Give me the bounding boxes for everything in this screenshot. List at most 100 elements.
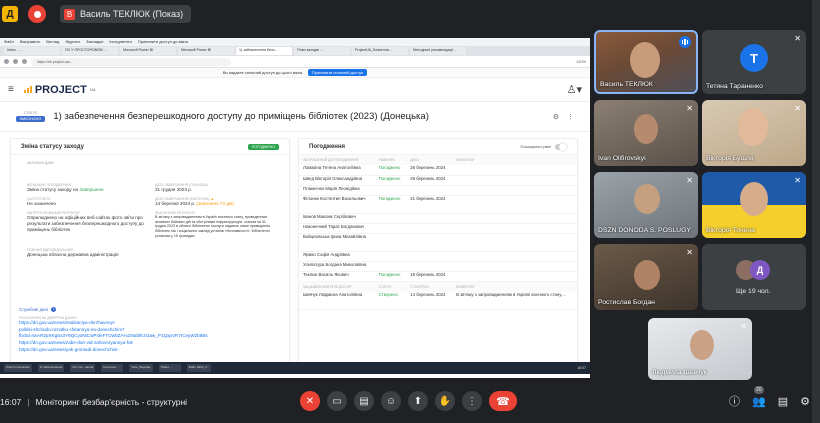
leave-call-icon[interactable]: ☎ bbox=[489, 391, 517, 411]
browser-tab[interactable]: Microsoft Power BI bbox=[120, 47, 176, 55]
table-row[interactable]: Швед Вікторія Олександрівна Погоджено 25 б… bbox=[299, 175, 577, 186]
participant-video bbox=[738, 108, 768, 146]
status-value: ВИКОНАНО bbox=[16, 116, 46, 122]
raise-hand-icon[interactable]: ✋ bbox=[435, 391, 455, 411]
brand-bars-icon bbox=[23, 86, 32, 93]
menu-item[interactable]: Інструменти bbox=[109, 39, 132, 45]
activities-icon[interactable]: ⚙ bbox=[800, 395, 810, 408]
meeting-info: 16:07 | Моніторинг безбар'єрність - стру… bbox=[0, 397, 187, 407]
toggle-switch-icon[interactable] bbox=[555, 142, 567, 151]
show-levels-toggle[interactable]: Показувати рівні bbox=[520, 142, 567, 151]
table-header-row: ЗАПРОШЕНИЙ ДО ПОГОДЖЕННЯ РІШЕННЯ ДАТА КО… bbox=[299, 155, 577, 165]
reload-icon[interactable] bbox=[22, 59, 27, 64]
others-tile[interactable]: Д Ще 19 чол. bbox=[702, 244, 806, 310]
column-header: ЗАПРОШЕНИЙ ДО ПОГОДЖЕННЯ bbox=[299, 155, 375, 165]
card-title: Зміна статусу заходу bbox=[21, 143, 84, 150]
participant-tile[interactable]: ✕ Вікторія Бушля bbox=[702, 100, 806, 166]
brand-logo[interactable]: PROJECT UA bbox=[23, 84, 96, 96]
browser-tab[interactable]: Методичні рекомендації ... bbox=[410, 47, 466, 55]
present-screen-icon[interactable]: ⬆ bbox=[408, 391, 428, 411]
more-options-icon[interactable]: ⋮ bbox=[462, 391, 482, 411]
meeting-details-icon[interactable]: ⓘ bbox=[729, 393, 740, 409]
more-vertical-icon[interactable]: ⋮ bbox=[567, 113, 574, 121]
participant-name: Ivan Olifirovskyi bbox=[598, 155, 646, 162]
menu-item[interactable]: Вигляд bbox=[46, 39, 59, 45]
participant-video bbox=[634, 260, 660, 290]
info-icon[interactable]: i bbox=[50, 307, 56, 312]
source-link[interactable]: https://dn.gov.ua/news/zabe-dan-vid-zaho… bbox=[19, 340, 283, 347]
menu-item[interactable]: Выправить bbox=[20, 39, 40, 45]
field-actual-end: ДАТА ЗАВЕРШЕННЯ (ФАКТИЧНА) ▲ 14 березня … bbox=[155, 197, 273, 207]
participant-tile[interactable]: T ✕ Тетяна Тараненко bbox=[702, 30, 806, 94]
table-row[interactable]: Ярмко Софія Андріївна bbox=[299, 251, 577, 262]
participant-video bbox=[634, 184, 660, 214]
mic-muted-icon: ✕ bbox=[794, 34, 801, 43]
people-icon[interactable]: 👥 20 bbox=[752, 385, 766, 408]
participant-tile[interactable]: ✕ Ростислав Богдан bbox=[594, 244, 698, 310]
menu-item[interactable]: Припинити доступ до вікна bbox=[138, 39, 188, 45]
table-row[interactable]: Хлипатура Богдана Миколаївна bbox=[299, 261, 577, 272]
captions-icon[interactable]: ▤ bbox=[354, 391, 374, 411]
recording-indicator-icon[interactable] bbox=[28, 5, 46, 23]
table-row[interactable]: Теклюк Василь Якович Погоджено 18 березень… bbox=[299, 271, 577, 282]
participants-count: 20 bbox=[754, 385, 764, 394]
table-row[interactable]: Іванов Максим Сергійович bbox=[299, 213, 577, 224]
service-data-title: Службові дані i bbox=[19, 307, 283, 312]
participant-video bbox=[690, 330, 714, 360]
stop-sharing-button[interactable]: Припинити спільний доступ bbox=[308, 69, 368, 76]
participant-tile[interactable]: Василь ТЕКЛЮК bbox=[594, 30, 698, 94]
back-icon[interactable] bbox=[4, 59, 9, 64]
browser-tab[interactable]: ПС У ПРОСТОРОВОМ ... bbox=[62, 47, 118, 55]
chat-icon[interactable]: ▤ bbox=[778, 395, 788, 408]
browser-tab[interactable]: Inbox - ... bbox=[4, 47, 60, 55]
presenter-chip[interactable]: В Василь ТЕКЛЮК (Показ) bbox=[60, 5, 192, 23]
settings-gear-icon[interactable]: ⚙ bbox=[553, 113, 559, 121]
source-link[interactable]: fbclid=IwAR2pXKgSx3Y9QCyxNtCwPxfeFTOw0ZA… bbox=[19, 333, 283, 340]
browser-tab-strip: Inbox - ... ПС У ПРОСТОРОВОМ ... Microso… bbox=[0, 46, 590, 56]
field-actual-result: ФАКТИЧНИЙ РЕЗУЛЬТАТ В зв'язку з запровад… bbox=[155, 211, 273, 238]
meet-window: Д В Василь ТЕКЛЮК (Показ) Файл Выправить… bbox=[0, 0, 820, 423]
browser-tab[interactable]: План заходів ... bbox=[294, 47, 350, 55]
menu-item[interactable]: Закладки bbox=[86, 39, 103, 45]
table-row[interactable]: Плакеєнко Марія Леонідівна bbox=[299, 185, 577, 196]
top-bar: Д В Василь ТЕКЛЮК (Показ) bbox=[0, 0, 590, 28]
column-header: СТВОРЕНО bbox=[406, 281, 453, 292]
fields-grid: ВІЗУАЛЬНЕ ПОГОДЖЕННЯ Зміна статусу заход… bbox=[11, 165, 289, 238]
menu-item[interactable]: Журнал bbox=[65, 39, 80, 45]
browser-tab[interactable]: Microsoft Power BI bbox=[178, 47, 234, 55]
participant-tile[interactable]: ✕ Ivan Olifirovskyi bbox=[594, 100, 698, 166]
camera-toggle-icon[interactable]: ▭ bbox=[327, 391, 347, 411]
participant-tile[interactable]: ✕ Вікторія Точена bbox=[702, 172, 806, 238]
url-field[interactable]: https://hh.project.ua/... bbox=[31, 57, 231, 66]
self-view-tile[interactable]: ✕ Людмила Шевчук bbox=[648, 318, 752, 380]
field-value: Донецька обласна державна адміністрація bbox=[27, 252, 119, 258]
source-link[interactable]: https://dn.gov.ua/news/yak-gromadi-donec… bbox=[19, 347, 283, 354]
table-row[interactable]: Шевчук Людмила Анатоліївна Створено 14 бер… bbox=[299, 291, 577, 310]
source-link[interactable]: https://dn.gov.ua/news/realizaciya-derzh… bbox=[19, 320, 283, 327]
table-row[interactable]: Наконечний Тарас Богданович bbox=[299, 223, 577, 234]
card-header: Зміна статусу заходу ПОГОДЖЕНО bbox=[11, 139, 289, 155]
forward-icon[interactable] bbox=[13, 59, 18, 64]
presenter-label: Василь ТЕКЛЮК (Показ) bbox=[80, 9, 184, 19]
hamburger-menu-icon[interactable]: ≡ bbox=[8, 84, 14, 95]
participant-name: Вікторія Бушля bbox=[706, 155, 754, 162]
taskbar-item: Сіті тек - напов bbox=[70, 364, 96, 372]
table-row[interactable]: Філоник Костянтин Васильович Погоджено 21 … bbox=[299, 195, 577, 214]
browser-tab[interactable]: ProjectUA_Безпечна... bbox=[352, 47, 408, 55]
table-row[interactable]: Ломакіна Тетяна Анатоліївна Погоджено 26 б… bbox=[299, 165, 577, 176]
others-count-label: Ще 19 чол. bbox=[736, 288, 771, 295]
title-row: СТАТУС ВИКОНАНО 1) забезпечення безпереш… bbox=[0, 102, 590, 132]
field-value: Оприлюднено на офіційних веб-сайтах фото… bbox=[27, 214, 144, 232]
emoji-reaction-icon[interactable]: ☺ bbox=[381, 391, 401, 411]
browser-tab-active[interactable]: 1) забезпечення безп... bbox=[236, 47, 292, 55]
side-controls: ⓘ 👥 20 ▤ ⚙ bbox=[729, 385, 810, 409]
mic-toggle-icon[interactable]: ✕ bbox=[300, 391, 320, 411]
participant-video bbox=[740, 182, 768, 216]
menu-item[interactable]: Файл bbox=[4, 39, 14, 45]
participant-tile[interactable]: ✕ DSZN DONODA S. POSLUGY bbox=[594, 172, 698, 238]
source-link[interactable]: politiki-shchodo-rozvitku-chitannya-na-d… bbox=[19, 327, 283, 334]
table-row[interactable]: Войцехівська Ірина Михайлівна bbox=[299, 233, 577, 252]
user-account-icon[interactable]: ♙▾ bbox=[567, 83, 582, 96]
field-value: Не зазначено bbox=[27, 200, 56, 206]
other-avatar-initial: Д bbox=[750, 260, 770, 280]
